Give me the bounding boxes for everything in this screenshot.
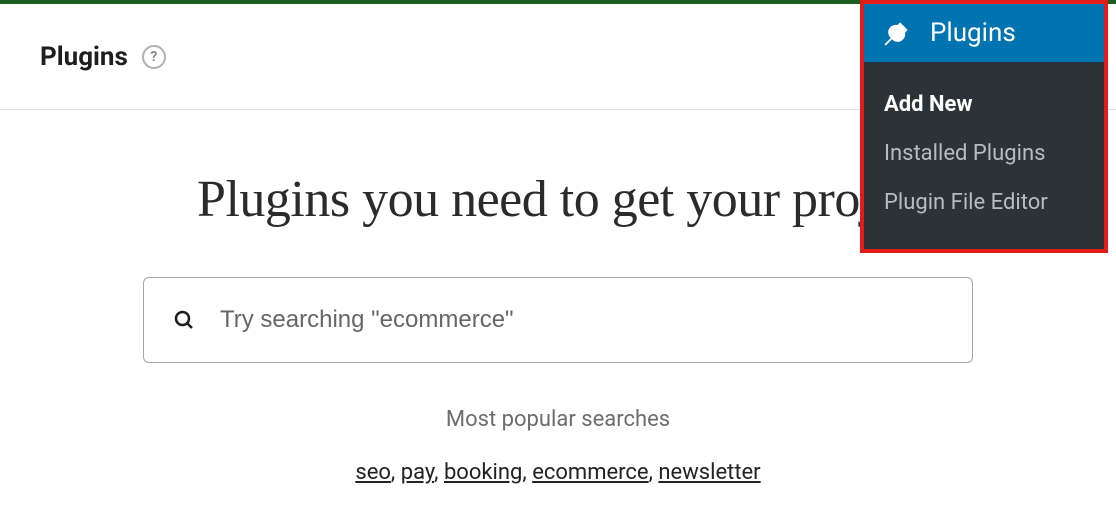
popular-term-booking[interactable]: booking (444, 460, 522, 485)
admin-plugins-menu: Plugins Add New Installed Plugins Plugin… (860, 0, 1108, 253)
menu-item-add-new[interactable]: Add New (864, 80, 1104, 129)
search-box[interactable] (143, 277, 973, 363)
plug-icon (882, 18, 912, 48)
popular-term-seo[interactable]: seo (355, 460, 391, 485)
search-input[interactable] (218, 305, 944, 335)
popular-terms: seo, pay, booking, ecommerce, newsletter (70, 460, 1046, 485)
popular-searches-label: Most popular searches (70, 407, 1046, 432)
popular-term-ecommerce[interactable]: ecommerce (532, 460, 648, 485)
popular-term-newsletter[interactable]: newsletter (658, 460, 760, 485)
admin-menu-header[interactable]: Plugins (864, 4, 1104, 62)
menu-item-plugin-file-editor[interactable]: Plugin File Editor (864, 178, 1104, 227)
page-title: Plugins (40, 42, 128, 72)
search-icon (172, 308, 196, 332)
admin-menu-body: Add New Installed Plugins Plugin File Ed… (864, 62, 1104, 249)
help-icon[interactable]: ? (142, 45, 166, 69)
admin-menu-header-label: Plugins (930, 18, 1016, 48)
header-left: Plugins ? (40, 42, 166, 72)
menu-item-installed-plugins[interactable]: Installed Plugins (864, 129, 1104, 178)
popular-term-pay[interactable]: pay (401, 460, 434, 485)
